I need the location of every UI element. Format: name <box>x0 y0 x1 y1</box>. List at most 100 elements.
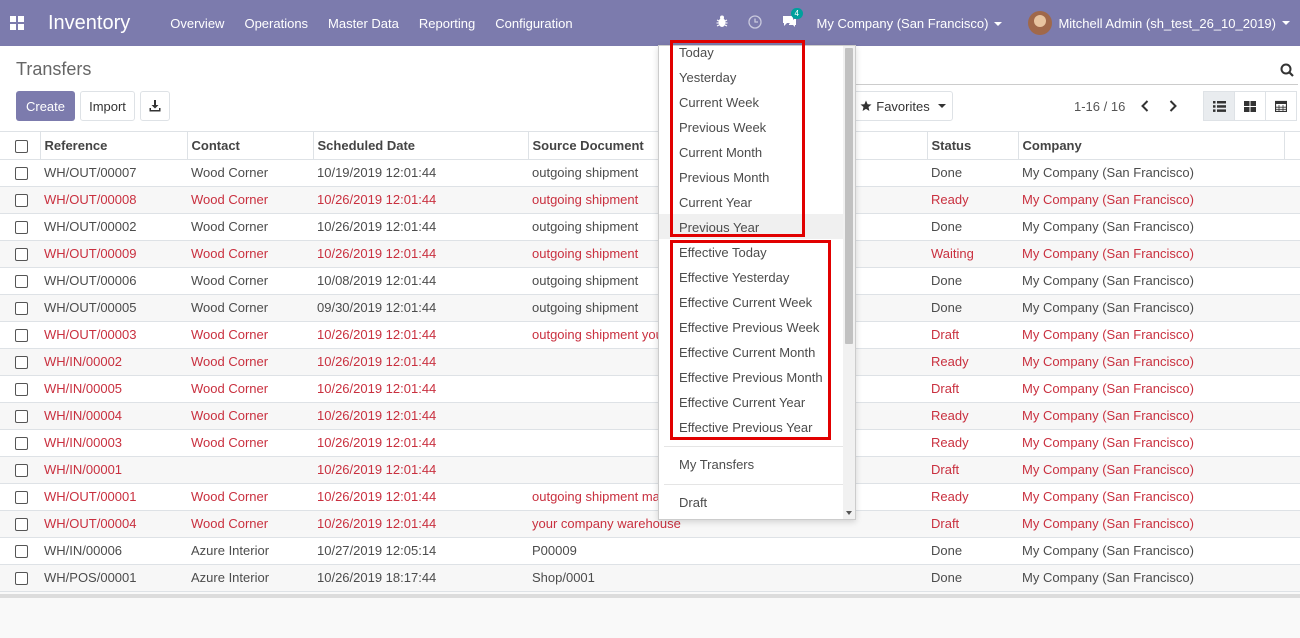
row-checkbox[interactable] <box>15 356 28 370</box>
reference-cell: WH/OUT/00004 <box>40 510 187 538</box>
row-select-cell <box>0 564 40 592</box>
table-row[interactable]: WH/OUT/00001 Wood Corner 10/26/2019 12:01:… <box>0 483 1300 511</box>
reference-cell: WH/OUT/00001 <box>40 483 187 511</box>
row-select-cell <box>0 456 40 484</box>
table-row[interactable]: WH/IN/00006 Azure Interior 10/27/2019 12:0… <box>0 537 1300 565</box>
row-checkbox[interactable] <box>15 221 28 235</box>
row-checkbox[interactable] <box>15 329 28 343</box>
chevron-down-icon <box>994 22 1003 27</box>
scheduled-date-cell: 10/26/2019 12:01:44 <box>313 375 528 403</box>
contact-cell: Wood Corner <box>187 510 313 538</box>
row-select-cell <box>0 537 40 565</box>
table-row[interactable]: WH/POS/00001 Azure Interior 10/26/2019 18:… <box>0 564 1300 592</box>
header-status[interactable]: Status <box>927 132 1019 160</box>
table-row[interactable]: WH/IN/00001 10/26/2019 12:01:44 Draft My Co… <box>0 456 1300 484</box>
header-reference[interactable]: Reference <box>40 132 188 160</box>
scheduled-date-cell: 10/08/2019 12:01:44 <box>313 267 528 295</box>
row-checkbox[interactable] <box>15 464 28 478</box>
reference-cell: WH/OUT/00005 <box>40 294 187 322</box>
select-all-checkbox[interactable] <box>15 139 28 153</box>
highlight-box-date-filters <box>670 40 805 237</box>
company-cell: My Company (San Francisco) <box>1018 267 1284 295</box>
header-contact[interactable]: Contact <box>187 132 314 160</box>
kanban-view-icon[interactable] <box>1234 91 1266 121</box>
table-row[interactable]: WH/IN/00004 Wood Corner 10/26/2019 12:01:4… <box>0 402 1300 430</box>
table-body: WH/OUT/00007 Wood Corner 10/19/2019 12:01:… <box>0 159 1300 592</box>
menu-operations[interactable]: Operations <box>244 16 308 31</box>
pager-value[interactable]: 1-16 / 16 <box>1074 99 1125 114</box>
table-row[interactable]: WH/OUT/00006 Wood Corner 10/08/2019 12:01:… <box>0 267 1300 295</box>
scheduled-date-cell: 10/26/2019 12:01:44 <box>313 483 528 511</box>
menu-configuration[interactable]: Configuration <box>495 16 572 31</box>
menu-reporting[interactable]: Reporting <box>419 16 475 31</box>
row-checkbox[interactable] <box>15 194 28 208</box>
list-view-icon[interactable] <box>1203 91 1235 121</box>
control-panel: Transfers Create Import Favorites 1-16 /… <box>0 46 1300 132</box>
table-row[interactable]: WH/OUT/00007 Wood Corner 10/19/2019 12:01:… <box>0 159 1300 187</box>
search-icon[interactable] <box>1280 63 1294 77</box>
row-checkbox[interactable] <box>15 491 28 505</box>
scrollbar-thumb[interactable] <box>845 48 853 344</box>
calendar-view-icon[interactable] <box>1265 91 1297 121</box>
scheduled-date-cell: 10/26/2019 12:01:44 <box>313 510 528 538</box>
row-checkbox[interactable] <box>15 302 28 316</box>
row-checkbox[interactable] <box>15 383 28 397</box>
table-row[interactable]: WH/OUT/00002 Wood Corner 10/26/2019 12:01:… <box>0 213 1300 241</box>
dropdown-scrollbar[interactable] <box>843 46 855 519</box>
status-cell: Done <box>927 564 1018 592</box>
table-row[interactable]: WH/OUT/00004 Wood Corner 10/26/2019 12:01:… <box>0 510 1300 538</box>
row-checkbox[interactable] <box>15 275 28 289</box>
table-row[interactable]: WH/IN/00005 Wood Corner 10/26/2019 12:01:4… <box>0 375 1300 403</box>
app-title[interactable]: Inventory <box>48 12 130 35</box>
reference-cell: WH/OUT/00008 <box>40 186 187 214</box>
favorites-button[interactable]: Favorites <box>853 91 953 121</box>
row-checkbox[interactable] <box>15 248 28 262</box>
bug-icon[interactable] <box>716 15 728 31</box>
filter-draft[interactable]: Draft <box>679 495 707 510</box>
contact-cell: Wood Corner <box>187 348 313 376</box>
row-checkbox[interactable] <box>15 518 28 532</box>
row-select-cell <box>0 348 40 376</box>
top-navbar: Inventory Overview Operations Master Dat… <box>0 0 1300 46</box>
chevron-left-icon[interactable] <box>1136 95 1154 117</box>
user-menu[interactable]: Mitchell Admin (sh_test_26_10_2019) <box>1028 11 1290 35</box>
row-select-cell <box>0 159 40 187</box>
chevron-right-icon[interactable] <box>1164 95 1182 117</box>
menu-overview[interactable]: Overview <box>170 16 224 31</box>
header-scheduled-date[interactable]: Scheduled Date <box>313 132 529 160</box>
table-row[interactable]: WH/OUT/00009 Wood Corner 10/26/2019 12:01:… <box>0 240 1300 268</box>
menu-master-data[interactable]: Master Data <box>328 16 399 31</box>
import-button[interactable]: Import <box>80 91 135 121</box>
create-button[interactable]: Create <box>16 91 75 121</box>
contact-cell: Wood Corner <box>187 321 313 349</box>
scheduled-date-cell: 10/26/2019 12:01:44 <box>313 240 528 268</box>
row-checkbox[interactable] <box>15 437 28 451</box>
status-cell: Ready <box>927 186 1018 214</box>
messages-icon[interactable]: 4 <box>782 8 803 31</box>
header-company[interactable]: Company <box>1018 132 1285 160</box>
scroll-down-icon[interactable] <box>846 511 852 515</box>
company-cell: My Company (San Francisco) <box>1018 429 1284 457</box>
filter-my-transfers[interactable]: My Transfers <box>679 457 754 472</box>
table-row[interactable]: WH/IN/00002 Wood Corner 10/26/2019 12:01:4… <box>0 348 1300 376</box>
row-select-cell <box>0 402 40 430</box>
table-row[interactable]: WH/IN/00003 Wood Corner 10/26/2019 12:01:4… <box>0 429 1300 457</box>
status-cell: Done <box>927 294 1018 322</box>
row-checkbox[interactable] <box>15 167 28 181</box>
dropdown-divider <box>664 484 843 485</box>
scheduled-date-cell: 10/26/2019 12:01:44 <box>313 348 528 376</box>
star-icon <box>860 100 872 111</box>
download-button[interactable] <box>140 91 170 121</box>
company-switcher[interactable]: My Company (San Francisco) <box>817 16 1003 31</box>
row-checkbox[interactable] <box>15 572 28 586</box>
table-row[interactable]: WH/OUT/00005 Wood Corner 09/30/2019 12:01:… <box>0 294 1300 322</box>
clock-icon[interactable] <box>747 14 762 32</box>
table-row[interactable]: WH/OUT/00003 Wood Corner 10/26/2019 12:01:… <box>0 321 1300 349</box>
row-checkbox[interactable] <box>15 410 28 424</box>
status-cell: Draft <box>927 456 1018 484</box>
search-input[interactable] <box>853 57 1298 85</box>
apps-menu-icon[interactable] <box>10 16 24 30</box>
table-row[interactable]: WH/OUT/00008 Wood Corner 10/26/2019 12:01:… <box>0 186 1300 214</box>
reference-cell: WH/POS/00001 <box>40 564 187 592</box>
row-checkbox[interactable] <box>15 545 28 559</box>
